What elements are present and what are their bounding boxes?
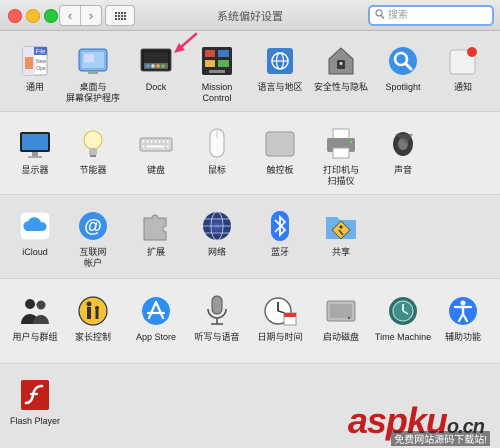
pref-pane-sharing[interactable]: 共享 [311, 208, 371, 258]
pref-pane-label: 节能器 [79, 165, 107, 175]
dictation-speech-icon [199, 293, 235, 329]
pref-pane-label: 通用 [25, 82, 44, 92]
pref-pane-label: 桌面与 屏幕保护程序 [65, 82, 120, 103]
mission-control-icon [199, 43, 235, 79]
pref-pane-icloud[interactable]: iCloud [5, 208, 65, 258]
users-groups-icon [17, 293, 53, 329]
printer-icon [323, 126, 359, 162]
search-input[interactable] [388, 8, 484, 23]
svg-text:New: New [36, 59, 46, 65]
pref-pane-trackpad[interactable]: 触控板 [250, 126, 310, 176]
search-icon [375, 9, 385, 20]
watermark-subtitle: 免费网站源码下载站! [391, 431, 490, 446]
security-privacy-icon [323, 43, 359, 79]
pref-pane-general[interactable]: File New Ope 通用 [5, 43, 65, 93]
pref-pane-label: 扩展 [146, 247, 165, 257]
pref-pane-accessibility[interactable]: 辅助功能 [433, 293, 493, 343]
date-time-icon [262, 293, 298, 329]
startup-disk-icon [323, 293, 359, 329]
accessibility-icon [445, 293, 481, 329]
flash-player-icon [17, 377, 53, 413]
pref-pane-spotlight[interactable]: Spotlight [373, 43, 433, 93]
svg-text:@: @ [84, 216, 102, 236]
pref-pane-label: Time Machine [374, 332, 432, 342]
pref-pane-label: 共享 [331, 247, 350, 257]
pref-pane-network[interactable]: 网络 [187, 208, 247, 258]
pref-pane-extensions[interactable]: 扩展 [126, 208, 186, 258]
pref-pane-label: 网络 [207, 247, 226, 257]
pref-pane-notifications[interactable]: 通知 [433, 43, 493, 93]
pref-pane-label: Flash Player [9, 416, 61, 426]
pref-pane-displays[interactable]: 显示器 [5, 126, 65, 176]
pref-pane-printers[interactable]: 打印机与 扫描仪 [311, 126, 371, 187]
pref-pane-label: iCloud [22, 247, 48, 257]
sound-icon [385, 126, 421, 162]
pref-pane-label: 打印机与 扫描仪 [322, 165, 359, 186]
pref-pane-label: 互联网 帐户 [79, 247, 107, 268]
search-field[interactable] [368, 5, 494, 26]
icloud-icon [17, 208, 53, 244]
pref-pane-desktop[interactable]: 桌面与 屏幕保护程序 [63, 43, 123, 104]
pref-pane-datetime[interactable]: 日期与时间 [250, 293, 310, 343]
spotlight-icon [385, 43, 421, 79]
pref-pane-label: Spotlight [385, 82, 421, 92]
pref-pane-label: 语言与地区 [257, 82, 303, 92]
pref-pane-label: 通知 [453, 82, 472, 92]
pref-pane-sound[interactable]: 声音 [373, 126, 433, 176]
pref-pane-appstore[interactable]: App Store [126, 293, 186, 343]
pref-pane-label: Dock [145, 82, 167, 92]
arrow-icon [174, 32, 198, 53]
pref-pane-mouse[interactable]: 鼠标 [187, 126, 247, 176]
language-region-icon [262, 43, 298, 79]
pref-pane-flash[interactable]: Flash Player [5, 377, 65, 427]
pref-pane-startup[interactable]: 启动磁盘 [311, 293, 371, 343]
pref-pane-language[interactable]: 语言与地区 [250, 43, 310, 93]
network-icon [199, 208, 235, 244]
pref-pane-label: App Store [135, 332, 177, 342]
internet-accounts-icon: @ [75, 208, 111, 244]
general-icon: File New Ope [17, 43, 53, 79]
time-machine-icon [385, 293, 421, 329]
bluetooth-icon [262, 208, 298, 244]
pref-pane-internet[interactable]: @ 互联网 帐户 [63, 208, 123, 269]
trackpad-icon [262, 126, 298, 162]
pref-pane-label: 安全性与隐私 [313, 82, 368, 92]
pref-pane-security[interactable]: 安全性与隐私 [311, 43, 371, 93]
pref-pane-label: 声音 [393, 165, 412, 175]
pref-pane-energy[interactable]: 节能器 [63, 126, 123, 176]
keyboard-icon [138, 126, 174, 162]
parental-controls-icon [75, 293, 111, 329]
svg-text:File: File [36, 50, 46, 56]
pref-pane-label: 日期与时间 [257, 332, 303, 342]
pref-pane-label: 听写与语音 [194, 332, 240, 342]
pref-pane-bluetooth[interactable]: 蓝牙 [250, 208, 310, 258]
displays-icon [17, 126, 53, 162]
pref-pane-label: 启动磁盘 [322, 332, 359, 342]
title-bar: ‹ › 系统偏好设置 [0, 0, 500, 31]
svg-text:Ope: Ope [36, 66, 46, 72]
pref-pane-label: 蓝牙 [270, 247, 289, 257]
pref-pane-label: 家长控制 [74, 332, 111, 342]
pref-pane-label: 显示器 [21, 165, 49, 175]
pref-pane-label: 鼠标 [207, 165, 226, 175]
pref-pane-label: 辅助功能 [444, 332, 481, 342]
pref-pane-parental[interactable]: 家长控制 [63, 293, 123, 343]
pref-pane-label: 触控板 [266, 165, 294, 175]
watermark: aspkuo.cn 免费网站源码下载站! [316, 400, 496, 446]
pref-pane-users[interactable]: 用户与群组 [5, 293, 65, 343]
notifications-icon [445, 43, 481, 79]
pref-pane-label: 用户与群组 [12, 332, 58, 342]
pref-pane-keyboard[interactable]: 键盘 [126, 126, 186, 176]
pref-pane-label: 键盘 [146, 165, 165, 175]
sharing-icon [323, 208, 359, 244]
pref-pane-dictation[interactable]: 听写与语音 [187, 293, 247, 343]
mouse-icon [199, 126, 235, 162]
extensions-icon [138, 208, 174, 244]
dock-icon [138, 43, 174, 79]
app-store-icon [138, 293, 174, 329]
pref-pane-label: Mission Control [201, 82, 233, 103]
desktop-screensaver-icon [75, 43, 111, 79]
pref-pane-timemachine[interactable]: Time Machine [373, 293, 433, 343]
energy-saver-icon [75, 126, 111, 162]
